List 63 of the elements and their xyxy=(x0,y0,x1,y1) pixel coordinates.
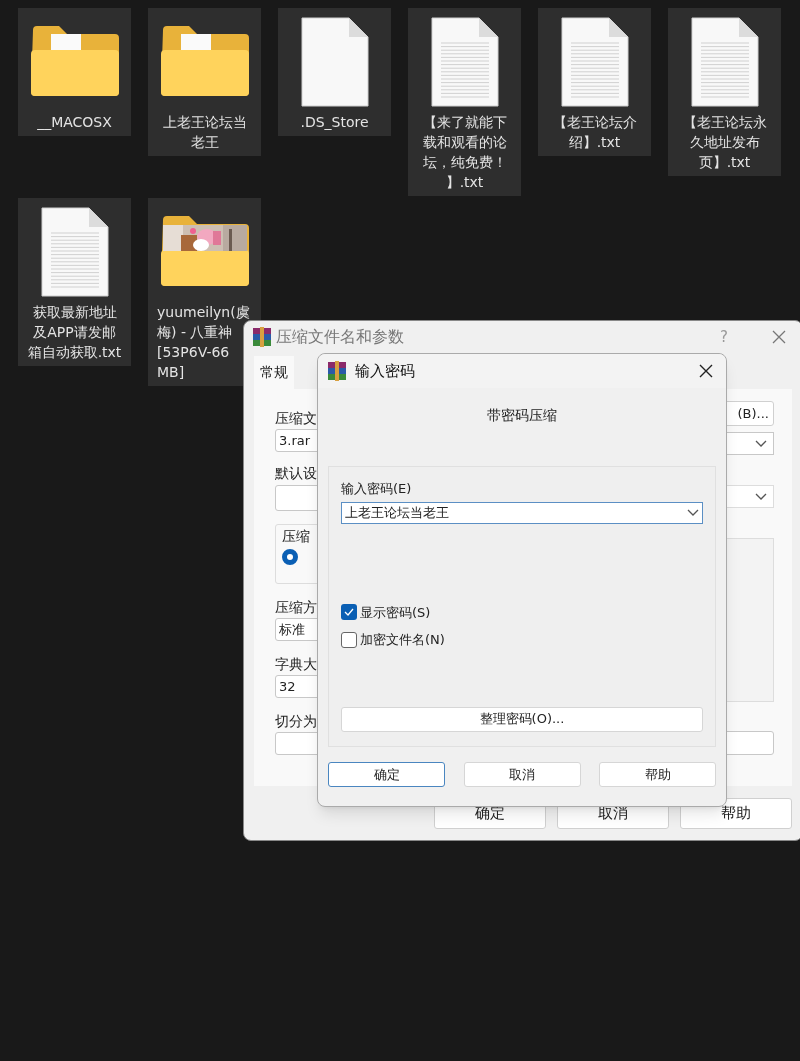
field-label: 默认设 xyxy=(275,464,317,482)
window-title: 输入密码 xyxy=(355,360,415,382)
field-label: 字典大 xyxy=(275,655,317,673)
file-name: 获取最新地址 xyxy=(32,303,117,322)
organize-passwords-button[interactable]: 整理密码(O)... xyxy=(341,706,703,732)
file-tile[interactable]: yuumeilyn(虞 梅) - 八重神 [53P6V-66 MB] xyxy=(148,198,261,386)
folder-icon xyxy=(158,26,251,98)
tab[interactable]: 常规 xyxy=(254,356,294,389)
field-label: 输入密码(E) xyxy=(341,480,413,498)
file-name: 载和观看的论 xyxy=(422,133,507,152)
dialog-heading: 带密码压缩 xyxy=(486,406,558,425)
file-name: 梅) - 八重神 xyxy=(157,323,233,342)
file-name: 页】.txt xyxy=(698,153,751,172)
group-label: 压缩 xyxy=(282,527,310,545)
file-name: 及APP请发邮 xyxy=(33,323,116,342)
archive-app-icon xyxy=(327,361,347,381)
file-name: 上老王论坛当 xyxy=(162,113,247,132)
field-label: 压缩方 xyxy=(275,598,317,616)
chevron-down-icon xyxy=(687,508,699,517)
file-name: .DS_Store xyxy=(300,113,369,132)
field-label: 切分为 xyxy=(275,712,317,730)
checkbox[interactable] xyxy=(341,604,357,621)
file-tile[interactable]: 获取最新地址 及APP请发邮 箱自动获取.txt xyxy=(18,198,131,366)
file-tile[interactable]: 【来了就能下 载和观看的论 坛，纯免费！ 】.txt xyxy=(408,8,521,196)
file-name: 】.txt xyxy=(445,173,484,192)
text-file-icon xyxy=(430,17,499,107)
file-name: 【来了就能下 xyxy=(422,113,507,132)
file-tile[interactable]: 上老王论坛当 老王 xyxy=(148,8,261,156)
chevron-down-icon xyxy=(755,492,767,501)
archive-app-icon xyxy=(252,327,272,347)
close-icon[interactable] xyxy=(699,364,713,378)
checkbox[interactable] xyxy=(341,631,357,648)
radio-button[interactable] xyxy=(282,549,298,565)
text-file-icon xyxy=(560,17,629,107)
file-tile[interactable]: 【老王论坛介 绍】.txt xyxy=(538,8,651,156)
file-name: 坛，纯免费！ xyxy=(422,153,507,172)
field-label: 压缩文 xyxy=(275,409,317,427)
dialog-button[interactable]: 取消 xyxy=(463,762,581,787)
file-name: yuumeilyn(虞 xyxy=(157,303,250,322)
checkmark-icon xyxy=(344,608,354,617)
file-name: [53P6V-66 xyxy=(157,343,230,362)
dialog-button[interactable]: 帮助 xyxy=(599,762,716,787)
file-name: 绍】.txt xyxy=(568,133,621,152)
file-name: __MACOSX xyxy=(37,113,112,132)
password-field[interactable]: 上老王论坛当老王 xyxy=(341,501,703,524)
file-name: 箱自动获取.txt xyxy=(27,343,122,362)
dialog-button[interactable]: 确定 xyxy=(328,762,445,787)
text-file-icon xyxy=(40,207,109,297)
file-name: 久地址发布 xyxy=(689,133,760,152)
checkbox-label: 显示密码(S) xyxy=(360,603,431,622)
checkbox-label: 加密文件名(N) xyxy=(360,631,445,649)
file-name: MB] xyxy=(157,363,185,382)
file-tile[interactable]: 【老王论坛永 久地址发布 页】.txt xyxy=(668,8,781,176)
folder-icon xyxy=(28,26,121,98)
chevron-down-icon xyxy=(755,439,767,448)
text-file-icon xyxy=(690,17,759,107)
file-name: 老王 xyxy=(190,133,219,152)
window-title: 压缩文件名和参数 xyxy=(276,326,404,348)
file-tile[interactable]: __MACOSX xyxy=(18,8,131,136)
file-name: 【老王论坛介 xyxy=(552,113,637,132)
file-name: 【老王论坛永 xyxy=(682,113,767,132)
file-tile[interactable]: .DS_Store xyxy=(278,8,391,136)
file-icon xyxy=(300,17,369,107)
